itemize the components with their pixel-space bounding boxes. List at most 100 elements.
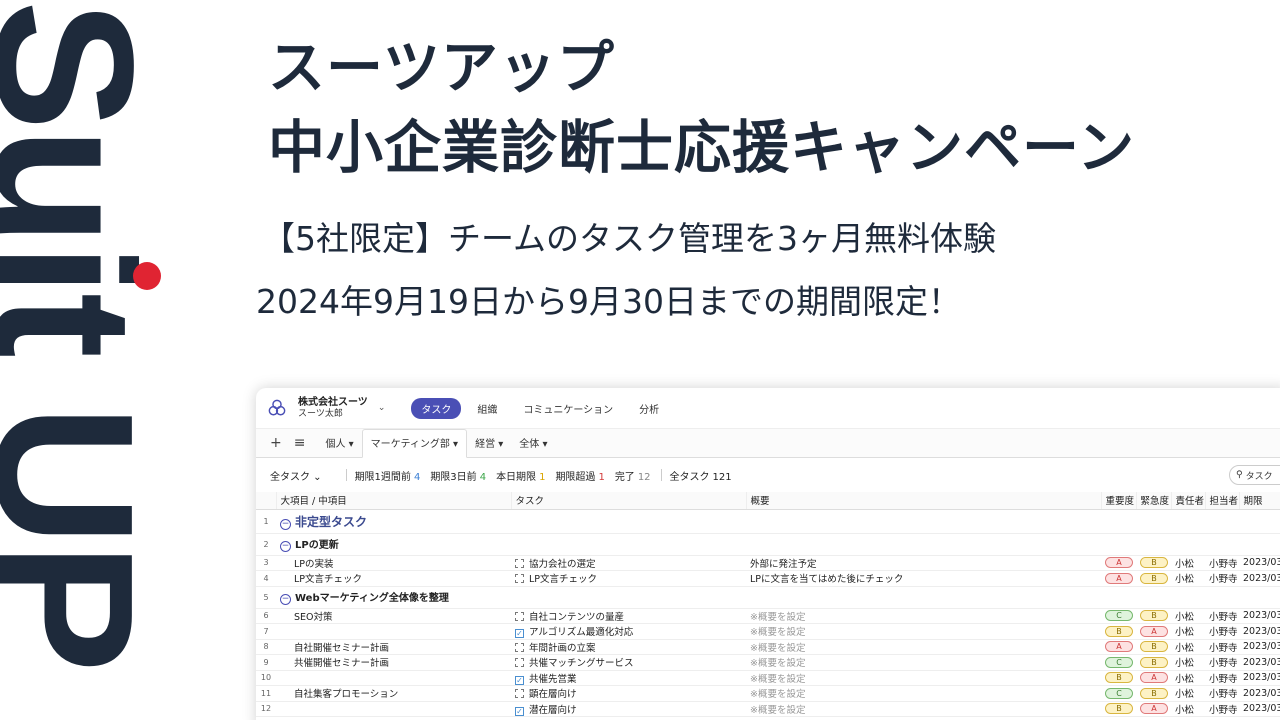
- assignee-cell[interactable]: 小野寺: [1205, 570, 1239, 587]
- table-row[interactable]: 8 自社開催セミナー計画 年間計画の立案 ※概要を設定 A B 小松 小野寺 2023/03: [256, 639, 1280, 655]
- collapse-icon[interactable]: −: [280, 518, 291, 530]
- owner-cell[interactable]: 小松: [1171, 555, 1205, 571]
- owner-cell[interactable]: 小松: [1171, 608, 1205, 624]
- company-switcher[interactable]: 株式会社スーツ スーツ太郎: [298, 397, 368, 420]
- header-importance[interactable]: 重要度: [1101, 492, 1137, 510]
- owner-cell[interactable]: 小松: [1171, 685, 1205, 702]
- nav-tab-task[interactable]: タスク: [411, 397, 462, 419]
- importance-cell[interactable]: A: [1101, 639, 1136, 655]
- urgency-cell[interactable]: B: [1136, 608, 1171, 624]
- due-cell[interactable]: 2023/03: [1239, 623, 1280, 640]
- importance-cell[interactable]: A: [1101, 570, 1136, 587]
- table-row[interactable]: 6 SEO対策 自社コンテンツの量産 ※概要を設定 C B 小松 小野寺 2023/03: [256, 608, 1280, 624]
- due-cell[interactable]: 2023/03: [1239, 608, 1280, 624]
- subgroup-row[interactable]: 5 − Webマーケティング全体像を整理: [256, 586, 1280, 609]
- category-cell[interactable]: 自社開催セミナー計画: [276, 639, 511, 655]
- header-summary[interactable]: 概要: [746, 492, 1102, 510]
- summary-cell[interactable]: ※概要を設定: [746, 701, 1101, 717]
- urgency-cell[interactable]: B: [1136, 639, 1171, 655]
- category-cell[interactable]: [276, 623, 511, 640]
- owner-cell[interactable]: 小松: [1171, 623, 1205, 640]
- urgency-cell[interactable]: B: [1136, 570, 1171, 587]
- urgency-cell[interactable]: B: [1136, 654, 1171, 671]
- tab-marketing[interactable]: マーケティング部 ▾: [361, 429, 468, 458]
- category-cell[interactable]: 共催開催セミナー計画: [276, 654, 511, 671]
- checked-checkbox-icon[interactable]: ✓: [515, 629, 524, 639]
- stat-3days[interactable]: 期限3日前 4: [430, 468, 486, 483]
- table-row[interactable]: 3 LPの実装 協力会社の選定 外部に発注予定 A B 小松 小野寺 2023/03: [256, 555, 1280, 571]
- header-category[interactable]: 大項目 / 中項目: [276, 492, 512, 510]
- table-row[interactable]: 7 ✓ アルゴリズム最適化対応 ※概要を設定 B A 小松 小野寺 2023/03: [256, 623, 1280, 640]
- assignee-cell[interactable]: 小野寺: [1205, 670, 1239, 686]
- task-cell[interactable]: 顕在層向け: [511, 685, 746, 702]
- due-cell[interactable]: 2023/03: [1239, 555, 1280, 571]
- due-cell[interactable]: 2023/03: [1239, 639, 1280, 655]
- summary-cell[interactable]: ※概要を設定: [746, 670, 1101, 686]
- header-due[interactable]: 期限: [1239, 492, 1280, 510]
- owner-cell[interactable]: 小松: [1171, 639, 1205, 655]
- task-cell[interactable]: ✓ 共催先営業: [511, 670, 746, 686]
- importance-cell[interactable]: C: [1101, 654, 1136, 671]
- summary-cell[interactable]: ※概要を設定: [746, 639, 1101, 655]
- checked-checkbox-icon[interactable]: ✓: [515, 675, 524, 685]
- urgency-cell[interactable]: B: [1136, 685, 1171, 702]
- summary-cell[interactable]: 外部に発注予定: [746, 555, 1101, 571]
- header-task[interactable]: タスク: [511, 492, 747, 510]
- importance-cell[interactable]: C: [1101, 608, 1136, 624]
- category-cell[interactable]: 自社集客プロモーション: [276, 685, 511, 702]
- category-cell[interactable]: LPの実装: [276, 555, 511, 571]
- assignee-cell[interactable]: 小野寺: [1205, 639, 1239, 655]
- header-urgency[interactable]: 緊急度: [1136, 492, 1172, 510]
- owner-cell[interactable]: 小松: [1171, 654, 1205, 671]
- collapse-icon[interactable]: −: [280, 541, 291, 552]
- summary-cell[interactable]: ※概要を設定: [746, 654, 1101, 671]
- task-cell[interactable]: ✓ 潜在層向け: [511, 701, 746, 717]
- urgency-cell[interactable]: A: [1136, 623, 1171, 640]
- assignee-cell[interactable]: 小野寺: [1205, 701, 1239, 717]
- category-cell[interactable]: [276, 670, 511, 686]
- task-cell[interactable]: ✓ アルゴリズム最適化対応: [511, 623, 746, 640]
- task-cell[interactable]: 共催マッチングサービス: [511, 654, 746, 671]
- summary-cell[interactable]: LPに文言を当てはめた後にチェック: [746, 570, 1101, 587]
- search-input[interactable]: ⚲ タスク: [1229, 465, 1280, 485]
- checkbox-icon[interactable]: [515, 658, 524, 668]
- assignee-cell[interactable]: 小野寺: [1205, 623, 1239, 640]
- table-row[interactable]: 12 ✓ 潜在層向け ※概要を設定 B A 小松 小野寺 2023/03: [256, 701, 1280, 717]
- checkbox-icon[interactable]: [515, 574, 524, 584]
- task-cell[interactable]: 自社コンテンツの量産: [511, 608, 746, 624]
- stat-done[interactable]: 完了 12: [615, 468, 651, 483]
- subgroup-row[interactable]: 2 − LPの更新: [256, 533, 1280, 556]
- summary-cell[interactable]: ※概要を設定: [746, 608, 1101, 624]
- header-owner[interactable]: 責任者: [1171, 492, 1206, 510]
- group-row[interactable]: 1 − 非定型タスク: [256, 509, 1280, 534]
- header-assignee[interactable]: 担当者: [1205, 492, 1240, 510]
- urgency-cell[interactable]: B: [1136, 555, 1171, 571]
- table-row[interactable]: 11 自社集客プロモーション 顕在層向け ※概要を設定 C B 小松 小野寺 2023/03: [256, 685, 1280, 702]
- checkbox-icon[interactable]: [515, 689, 524, 699]
- collapse-icon[interactable]: −: [280, 594, 291, 605]
- add-icon[interactable]: +: [270, 435, 282, 457]
- nav-tab-communication[interactable]: コミュニケーション: [513, 398, 623, 419]
- category-cell[interactable]: LP文言チェック: [276, 570, 511, 587]
- due-cell[interactable]: 2023/03: [1239, 570, 1280, 587]
- summary-cell[interactable]: ※概要を設定: [746, 685, 1101, 702]
- nav-tab-organization[interactable]: 組織: [467, 398, 507, 419]
- task-cell[interactable]: 年間計画の立案: [511, 639, 746, 655]
- table-row[interactable]: 4 LP文言チェック LP文言チェック LPに文言を当てはめた後にチェック A B 小松 小野…: [256, 570, 1280, 587]
- stat-today[interactable]: 本日期限 1: [496, 468, 545, 483]
- checkbox-icon[interactable]: [515, 558, 524, 568]
- importance-cell[interactable]: B: [1101, 670, 1136, 686]
- importance-cell[interactable]: C: [1101, 685, 1136, 702]
- chevron-down-icon[interactable]: ⌄: [378, 403, 386, 413]
- due-cell[interactable]: 2023/03: [1239, 670, 1280, 686]
- checkbox-icon[interactable]: [515, 642, 524, 652]
- importance-cell[interactable]: B: [1101, 623, 1136, 640]
- stat-week[interactable]: 期限1週間前 4: [355, 468, 421, 483]
- nav-tab-analytics[interactable]: 分析: [629, 398, 669, 419]
- tab-all[interactable]: 全体 ▾: [511, 435, 555, 457]
- menu-icon[interactable]: ≡: [294, 435, 306, 457]
- assignee-cell[interactable]: 小野寺: [1205, 654, 1239, 671]
- due-cell[interactable]: 2023/03: [1239, 685, 1280, 702]
- table-row[interactable]: 9 共催開催セミナー計画 共催マッチングサービス ※概要を設定 C B 小松 小野寺 2023/…: [256, 654, 1280, 671]
- due-cell[interactable]: 2023/03: [1239, 654, 1280, 671]
